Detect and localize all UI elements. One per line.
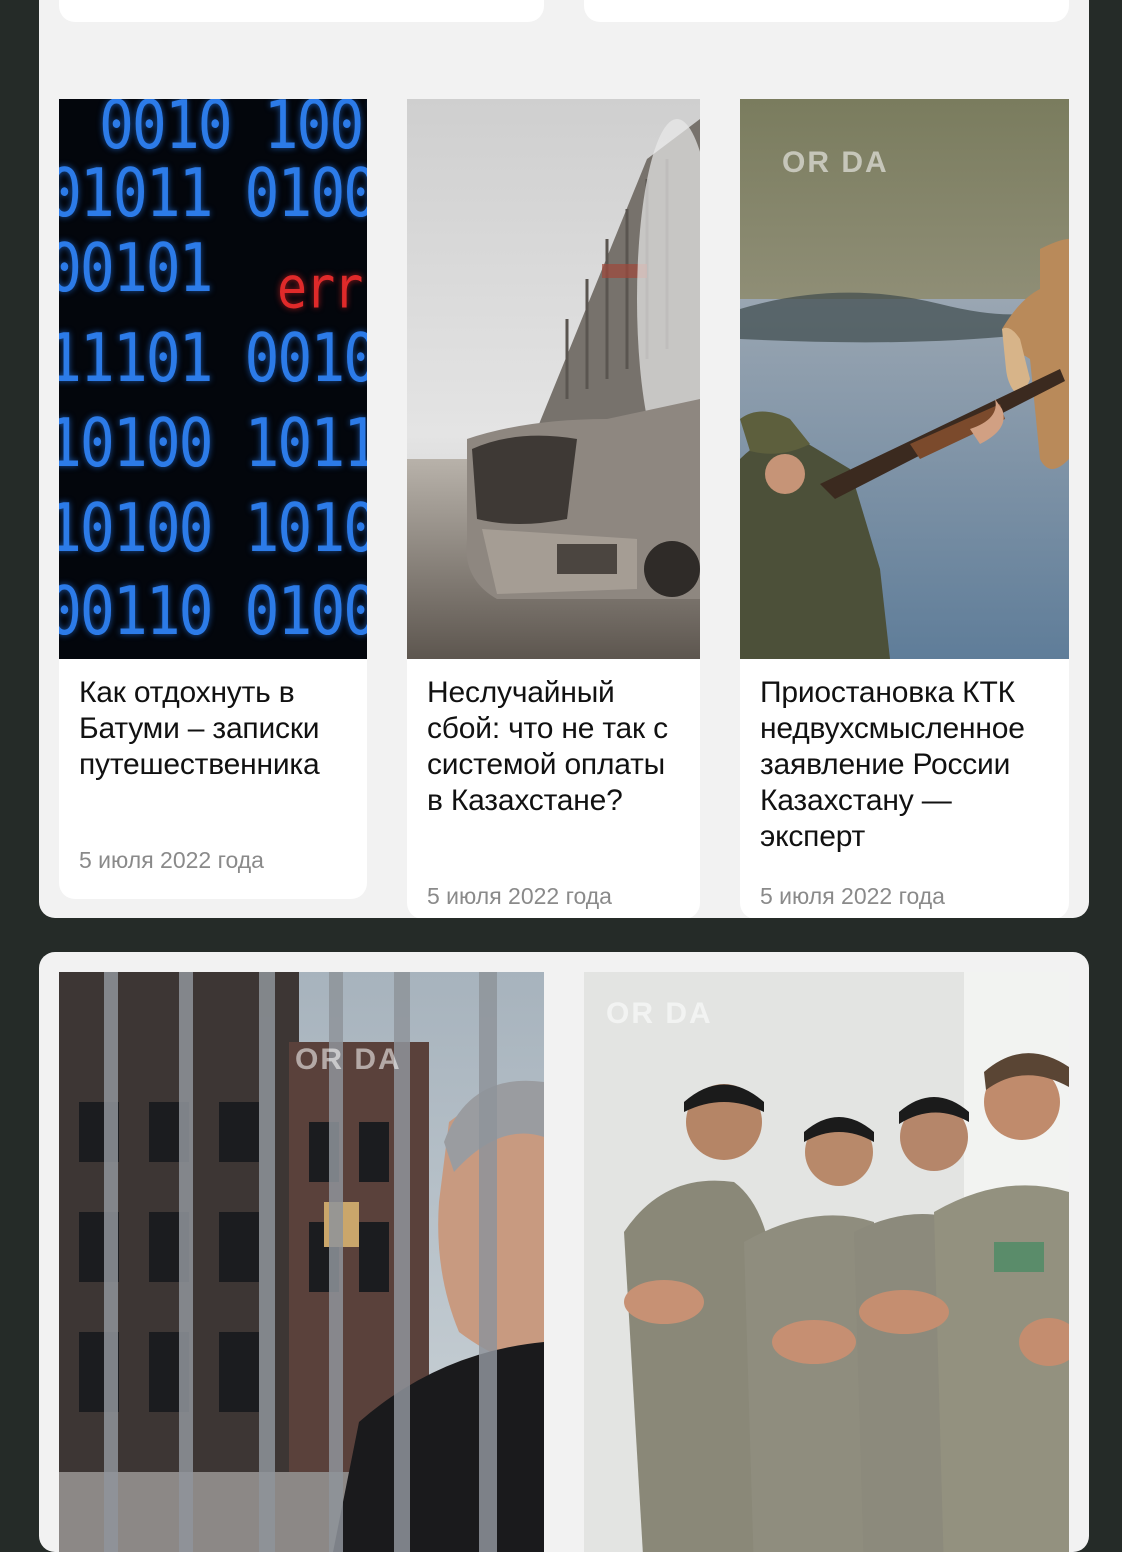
featured-panel: OR DA OR DA	[39, 952, 1089, 1552]
binary-row: 00101	[59, 228, 214, 308]
burned-car-building-photo[interactable]	[407, 99, 700, 659]
binary-row: 11101 00101	[59, 318, 367, 398]
watermark: OR DA	[782, 146, 889, 179]
article-title[interactable]: Приостановка КТК недвухсмысленное заявле…	[760, 675, 1055, 855]
article-card[interactable]: OR DA Приостановка КТК недвухсмысленное …	[740, 99, 1069, 918]
article-date: 5 июля 2022 года	[427, 883, 612, 909]
article-card[interactable]: Неслучайный сбой: что не так с системой …	[407, 99, 700, 918]
error-text: err	[277, 254, 363, 322]
article-title[interactable]: Неслучайный сбой: что не так с системой …	[427, 675, 686, 819]
article-date: 5 июля 2022 года	[760, 883, 945, 909]
binary-row: 01011 01000	[59, 153, 367, 233]
previous-card-bottom[interactable]	[584, 0, 1069, 22]
hunter-saiga-photo[interactable]: OR DA	[740, 99, 1069, 659]
article-date: 5 июля 2022 года	[79, 847, 264, 873]
binary-code-error-photo[interactable]: 0010 10010 01011 01000 00101 err 11101 0…	[59, 99, 367, 659]
military-officers-applauding-photo[interactable]: OR DA	[584, 972, 1069, 1552]
watermark: OR DA	[606, 997, 713, 1030]
binary-row: 10100 10110	[59, 403, 367, 483]
man-behind-bars-photo[interactable]: OR DA	[59, 972, 544, 1552]
news-panel: 0010 10010 01011 01000 00101 err 11101 0…	[39, 0, 1089, 918]
previous-card-bottom[interactable]	[59, 0, 544, 22]
binary-row: 00110 01001	[59, 571, 367, 651]
watermark: OR DA	[295, 1043, 402, 1076]
article-title[interactable]: Как отдохнуть в Батуми – записки путешес…	[79, 675, 353, 783]
binary-row: 10100 10101	[59, 488, 367, 568]
article-card[interactable]: 0010 10010 01011 01000 00101 err 11101 0…	[59, 99, 367, 899]
